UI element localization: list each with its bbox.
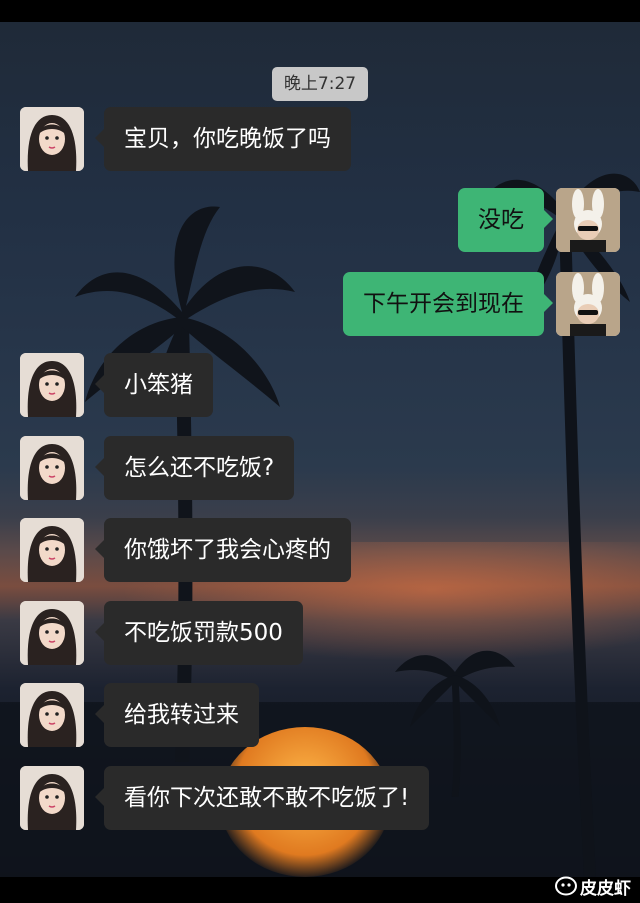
outgoing-message[interactable]: 下午开会到现在 (343, 272, 553, 336)
incoming-message[interactable]: 看你下次还敢不敢不吃饭了! (94, 766, 430, 830)
incoming-message[interactable]: 怎么还不吃饭? (94, 436, 295, 500)
girl-avatar[interactable] (20, 436, 84, 500)
girl-avatar[interactable] (20, 107, 84, 171)
girl-avatar[interactable] (20, 766, 84, 830)
bunny-hat-avatar[interactable] (556, 272, 620, 336)
girl-avatar[interactable] (20, 683, 84, 747)
incoming-message[interactable]: 小笨猪 (95, 353, 213, 417)
girl-avatar[interactable] (20, 518, 84, 582)
bottom-black-bar (0, 877, 640, 903)
incoming-message[interactable]: 你饿坏了我会心疼的 (95, 518, 351, 582)
bunny-hat-avatar[interactable] (556, 188, 620, 252)
watermark-text: 皮皮虾 (580, 878, 631, 899)
outgoing-message[interactable]: 没吃 (458, 188, 553, 252)
top-black-bar (0, 0, 640, 22)
shrimp-logo-icon (555, 876, 577, 896)
chat-area[interactable]: 晚上7:27 宝贝，你吃晚饭了吗 没吃 下午开会到现在 小笨猪 怎么还不吃饭? … (0, 22, 640, 877)
girl-avatar[interactable] (20, 601, 84, 665)
incoming-message[interactable]: 不吃饭罚款500 (95, 601, 303, 665)
incoming-message[interactable]: 给我转过来 (95, 683, 259, 747)
app-watermark: 皮皮虾 (555, 874, 631, 899)
message-timestamp: 晚上7:27 (272, 67, 368, 101)
incoming-message[interactable]: 宝贝，你吃晚饭了吗 (95, 107, 351, 171)
girl-avatar[interactable] (20, 353, 84, 417)
